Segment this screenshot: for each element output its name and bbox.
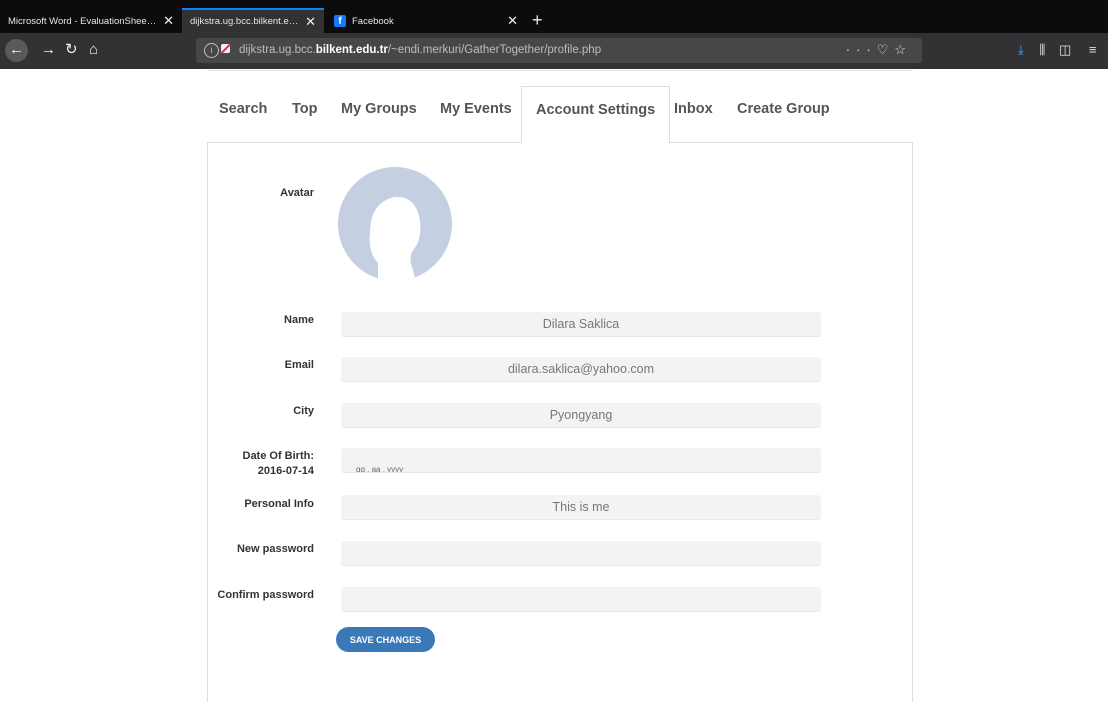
page-actions[interactable]: ···♡☆ <box>846 42 912 58</box>
bookmark-star-icon[interactable]: ☆ <box>894 42 912 57</box>
tab-top[interactable]: Top <box>292 86 318 143</box>
dob-label: Date Of Birth: 2016-07-14 <box>243 449 315 479</box>
person-silhouette-icon <box>369 196 421 281</box>
confirm-password-label: Confirm password <box>217 589 314 601</box>
tab-title: dijkstra.ug.bcc.bilkent.edu.tr/~endi <box>190 16 300 27</box>
tab-inbox[interactable]: Inbox <box>674 86 713 143</box>
browser-navigation-bar: ← → ↻ ⌂ i dijkstra.ug.bcc.bilkent.edu.tr… <box>0 33 1108 69</box>
name-field[interactable]: Dilara Saklica <box>341 312 821 337</box>
browser-tab-facebook[interactable]: f Facebook ✕ <box>326 9 526 33</box>
new-tab-icon[interactable]: + <box>532 11 543 29</box>
library-icon[interactable]: ⫼ <box>1039 42 1045 57</box>
info-icon[interactable]: i <box>204 43 219 58</box>
tab-my-groups[interactable]: My Groups <box>341 86 417 143</box>
avatar-label: Avatar <box>280 187 314 199</box>
facebook-icon: f <box>334 15 346 27</box>
back-arrow-icon[interactable]: ← <box>5 39 28 62</box>
reload-icon[interactable]: ↻ <box>65 41 78 59</box>
divider <box>207 70 913 71</box>
save-changes-button[interactable]: SAVE CHANGES <box>336 627 435 652</box>
close-icon[interactable]: ✕ <box>163 13 174 29</box>
url-bar[interactable]: i dijkstra.ug.bcc.bilkent.edu.tr/~endi.m… <box>196 38 922 63</box>
tab-my-events[interactable]: My Events <box>440 86 512 143</box>
toolbar-icons: ⤓ ⫼ ◫ ≡ <box>1018 42 1097 58</box>
name-label: Name <box>284 314 314 326</box>
home-icon[interactable]: ⌂ <box>89 41 98 59</box>
tab-create-group[interactable]: Create Group <box>737 86 830 143</box>
pocket-icon[interactable]: ♡ <box>877 42 895 57</box>
tab-search[interactable]: Search <box>219 86 267 143</box>
browser-tab-bar: Microsoft Word - EvaluationSheet.d ✕ dij… <box>0 0 1108 33</box>
browser-tab-dijkstra[interactable]: dijkstra.ug.bcc.bilkent.edu.tr/~endi ✕ <box>182 8 324 33</box>
city-field[interactable]: Pyongyang <box>341 403 821 428</box>
close-icon[interactable]: ✕ <box>305 14 316 30</box>
forward-arrow-icon[interactable]: → <box>41 41 56 59</box>
new-password-field[interactable] <box>341 541 821 566</box>
browser-tab-word[interactable]: Microsoft Word - EvaluationSheet.d ✕ <box>0 9 182 33</box>
city-label: City <box>293 405 314 417</box>
tab-account-settings[interactable]: Account Settings <box>521 86 671 144</box>
email-label: Email <box>284 359 314 371</box>
dob-label-text: Date Of Birth: <box>242 450 315 462</box>
confirm-password-field[interactable] <box>341 587 821 612</box>
email-field[interactable]: dilara.saklica@yahoo.com <box>341 357 821 382</box>
sidebar-icon[interactable]: ◫ <box>1059 42 1071 57</box>
site-navigation-tabs: Search Top My Groups My Events Account S… <box>207 86 913 144</box>
download-icon[interactable]: ⤓ <box>1018 42 1024 57</box>
personal-info-field[interactable]: This is me <box>341 495 821 520</box>
dob-current-value: 2016-07-14 <box>257 465 314 477</box>
insecure-lock-icon[interactable] <box>221 44 230 53</box>
close-icon[interactable]: ✕ <box>507 13 518 29</box>
personal-info-label: Personal Info <box>244 498 314 510</box>
page-actions-menu-icon[interactable]: ··· <box>846 42 877 57</box>
new-password-label: New password <box>236 543 314 555</box>
tab-title: Microsoft Word - EvaluationSheet.d <box>8 15 158 27</box>
tab-title: Facebook <box>352 15 394 27</box>
menu-icon[interactable]: ≡ <box>1089 42 1097 57</box>
url-text[interactable]: dijkstra.ug.bcc.bilkent.edu.tr/~endi.mer… <box>239 44 601 56</box>
date-of-birth-input[interactable]: gg . aa . yyyy <box>341 448 821 473</box>
avatar[interactable] <box>338 167 452 281</box>
